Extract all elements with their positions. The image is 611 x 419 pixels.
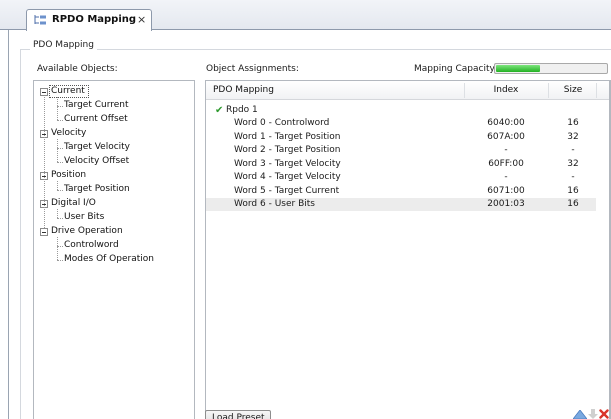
row-size: 16 <box>567 118 579 128</box>
mapping-capacity-fill <box>496 65 540 72</box>
column-divider[interactable] <box>596 83 597 98</box>
tree-item[interactable]: User Bits <box>64 212 104 222</box>
row-size: - <box>571 145 575 155</box>
collapse-icon[interactable] <box>40 88 48 96</box>
tree-item[interactable]: Velocity Offset <box>64 156 129 166</box>
table-row[interactable]: Word 3 - Target Velocity 60FF:00 32 <box>206 158 596 171</box>
tree-connector <box>57 139 58 162</box>
row-index: 2001:03 <box>487 199 525 209</box>
row-index: 60FF:00 <box>488 158 524 169</box>
tab-strip: RPDO Mapping × <box>0 0 611 31</box>
group-title: PDO Mapping <box>30 40 97 50</box>
mapping-capacity-label: Mapping Capacity: <box>414 64 498 74</box>
rpdo-group-row[interactable]: ✔ Rpdo 1 <box>206 104 596 117</box>
row-index: - <box>504 172 508 182</box>
tree-group-label[interactable]: Drive Operation <box>51 226 123 236</box>
tree-connector <box>57 209 58 218</box>
tree-connector <box>57 218 63 219</box>
row-size: - <box>571 172 575 182</box>
table-row[interactable]: Word 4 - Target Velocity - - <box>206 171 596 184</box>
tree-item[interactable]: Modes Of Operation <box>64 254 154 264</box>
tree-connector <box>57 181 58 190</box>
arrow-down-icon[interactable] <box>588 409 598 419</box>
row-name: Word 5 - Target Current <box>234 185 340 196</box>
row-name: Word 1 - Target Position <box>234 131 341 142</box>
table-row[interactable]: Word 0 - Controlword 6040:00 16 <box>206 117 596 130</box>
tree-connector <box>57 190 63 191</box>
close-icon[interactable]: × <box>137 13 146 26</box>
table-header: PDO Mapping Index Size <box>206 81 609 100</box>
tree-item[interactable]: Current Offset <box>64 114 128 124</box>
tree-group-label[interactable]: Digital I/O <box>51 198 96 208</box>
row-size: 32 <box>567 158 579 169</box>
column-header-index[interactable]: Index <box>464 81 548 100</box>
column-header-pdo-mapping[interactable]: PDO Mapping <box>213 81 274 100</box>
focus-outline <box>49 85 89 98</box>
object-assignments-label: Object Assignments: <box>206 64 299 74</box>
row-name: Word 3 - Target Velocity <box>234 158 341 169</box>
table-row[interactable]: Word 6 - User Bits 2001:03 16 <box>206 198 596 211</box>
row-name: Word 0 - Controlword <box>234 118 330 128</box>
left-border <box>8 30 9 419</box>
tree-connector <box>57 97 58 120</box>
mapping-capacity-bar <box>494 63 608 74</box>
tree-item[interactable]: Target Velocity <box>64 142 130 152</box>
tab-title: RPDO Mapping <box>52 14 137 25</box>
row-index: 6040:00 <box>487 118 525 128</box>
rpdo-group-label: Rpdo 1 <box>226 105 258 115</box>
available-objects-tree[interactable]: Current Target Current Current Offset Veloc… <box>33 80 195 419</box>
available-objects-label: Available Objects: <box>37 64 118 74</box>
row-index: 6071:00 <box>487 185 525 196</box>
load-preset-button[interactable]: Load Preset <box>205 410 271 419</box>
row-size: 16 <box>567 185 579 196</box>
tree-connector <box>57 260 63 261</box>
tree-group-label[interactable]: Position <box>51 170 86 180</box>
tab-rpdo-mapping[interactable]: RPDO Mapping × <box>26 9 152 31</box>
row-name: Word 2 - Target Position <box>234 145 341 155</box>
tree-item[interactable]: Target Position <box>64 184 130 194</box>
table-row[interactable]: Word 2 - Target Position - - <box>206 144 596 157</box>
row-name: Word 6 - User Bits <box>234 199 315 209</box>
tree-group-label[interactable]: Velocity <box>51 128 86 138</box>
tree-item[interactable]: Controlword <box>64 240 119 250</box>
row-index: 607A:00 <box>487 131 525 142</box>
delete-icon[interactable] <box>599 409 609 419</box>
tree-connector <box>57 237 58 260</box>
collapse-icon[interactable] <box>40 228 48 236</box>
mapping-tree-icon <box>34 15 46 25</box>
row-size: 32 <box>567 131 579 142</box>
tree-connector <box>44 97 45 228</box>
row-size: 16 <box>567 199 579 209</box>
row-index: - <box>504 145 508 155</box>
table-row[interactable]: Word 1 - Target Position 607A:00 32 <box>206 131 596 144</box>
row-name: Word 4 - Target Velocity <box>234 172 341 182</box>
tree-connector <box>57 120 63 121</box>
column-header-size[interactable]: Size <box>548 81 598 100</box>
tree-item[interactable]: Target Current <box>64 100 129 110</box>
rpdo-mapping-window: RPDO Mapping × PDO Mapping Available Obj… <box>0 0 611 419</box>
table-row[interactable]: Word 5 - Target Current 6071:00 16 <box>206 185 596 198</box>
object-assignments-table[interactable]: PDO Mapping Index Size ✔ Rpdo 1 Word 0 -… <box>205 80 610 419</box>
arrow-up-icon[interactable] <box>573 410 587 419</box>
check-icon: ✔ <box>215 105 224 116</box>
tree-connector <box>57 162 63 163</box>
